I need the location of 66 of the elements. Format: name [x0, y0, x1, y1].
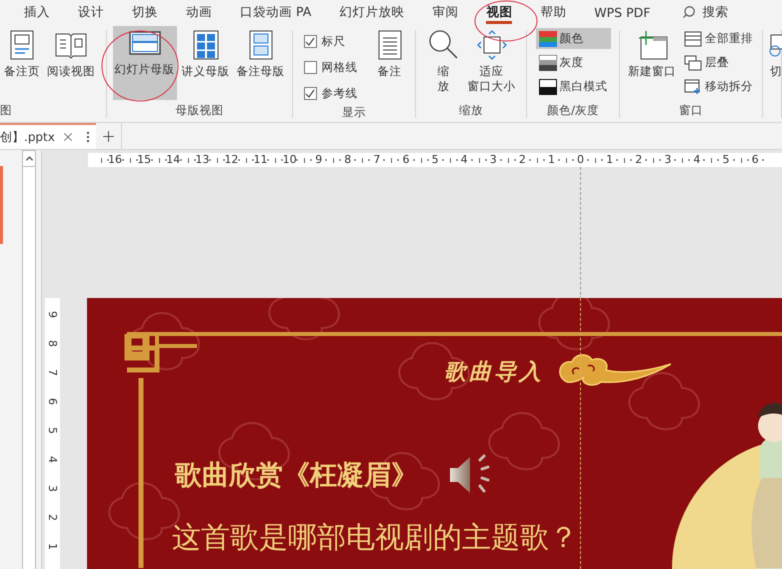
ribbon-button[interactable]: 备注母版	[234, 26, 286, 100]
checkbox[interactable]	[304, 35, 316, 48]
ribbon-tab[interactable]: 幻灯片放映	[339, 0, 404, 24]
ruler-number: 4	[45, 455, 60, 465]
group-label: 显示	[341, 105, 367, 120]
ribbon-button[interactable]: 缩 放	[424, 26, 462, 100]
section-title: 歌曲导入	[444, 358, 544, 387]
ribbon-button[interactable]: 移动拆分	[681, 76, 756, 97]
annotation-circle	[474, 0, 538, 42]
group-label: 颜色/灰度	[546, 103, 600, 118]
ribbon-tab[interactable]: 视图	[486, 0, 512, 24]
ribbon-button[interactable]: 备注页	[2, 26, 42, 100]
contrast-swatch-icon	[538, 78, 556, 94]
ruler-number: 3	[45, 484, 60, 494]
grid-icon	[190, 29, 220, 61]
ribbon-tab[interactable]: 设计	[78, 0, 104, 24]
checkbox[interactable]	[304, 61, 316, 74]
arrange-all-icon	[684, 30, 702, 46]
question-text: 这首歌是哪部电视剧的主题歌？	[171, 519, 579, 556]
fit-window-icon	[474, 29, 508, 61]
ribbon-tab[interactable]: 帮助	[540, 0, 566, 24]
ribbon-button[interactable]: 颜色	[536, 28, 610, 49]
ruler-number: 5	[45, 426, 60, 436]
document-tab[interactable]: 创】.pptx	[0, 123, 96, 149]
ribbon-button[interactable]: 讲义母版	[180, 26, 232, 100]
group-label: 母版视图	[174, 103, 224, 118]
search-label[interactable]: 搜索	[702, 4, 728, 20]
ribbon-button[interactable]: 灰度	[536, 52, 610, 73]
ribbon-button[interactable]: 阅读视图	[45, 26, 97, 100]
ribbon-tab[interactable]: 动画	[186, 0, 212, 24]
ruler-number: 6	[45, 397, 60, 407]
group-label: 缩放	[458, 103, 484, 118]
magnifier-icon	[426, 29, 460, 61]
ribbon-tab[interactable]: 插入	[24, 0, 50, 24]
notes-master-icon	[246, 29, 274, 61]
checkbox-option[interactable]: 参考线	[304, 82, 358, 105]
ribbon-button[interactable]: 层叠	[681, 52, 756, 73]
group-label: 窗口	[678, 103, 704, 118]
ribbon-tab[interactable]: 口袋动画 PA	[240, 0, 312, 24]
ribbon-button[interactable]: 适应 窗口大小	[466, 26, 518, 100]
shade-swatch-icon	[538, 54, 556, 70]
move-split-icon	[684, 78, 702, 94]
song-heading: 歌曲欣赏《枉凝眉》	[175, 459, 418, 493]
ruler-number: 1	[45, 542, 60, 552]
ribbon-tab[interactable]: WPS PDF	[594, 0, 650, 24]
ruler-number: 9	[45, 310, 60, 320]
ribbon-tab[interactable]: 审阅	[432, 0, 458, 24]
notes-icon	[376, 29, 402, 61]
color-swatch-icon	[538, 30, 556, 46]
scrollbar[interactable]	[22, 150, 36, 569]
group-label: 图	[0, 103, 13, 118]
ruler-number: 8	[45, 339, 60, 349]
checkbox-option[interactable]: 标尺	[304, 30, 358, 53]
ribbon-tab[interactable]: 切换	[132, 0, 158, 24]
ruler-number: 7	[45, 368, 60, 378]
checkbox[interactable]	[304, 87, 316, 100]
ribbon-button[interactable]: 切	[767, 26, 782, 100]
ribbon-button[interactable]: 全部重排	[681, 28, 756, 49]
cascade-icon	[684, 54, 702, 70]
ribbon-button[interactable]: 黑白模式	[536, 76, 610, 97]
ribbon-button[interactable]: 幻灯片母版	[112, 26, 176, 100]
checkbox-option[interactable]: 网格线	[304, 56, 358, 79]
ribbon-button[interactable]: 新建窗口	[626, 26, 678, 100]
ribbon-button[interactable]: 备注	[374, 26, 404, 100]
search-icon	[682, 5, 696, 19]
ruler-number: 2	[45, 513, 60, 523]
